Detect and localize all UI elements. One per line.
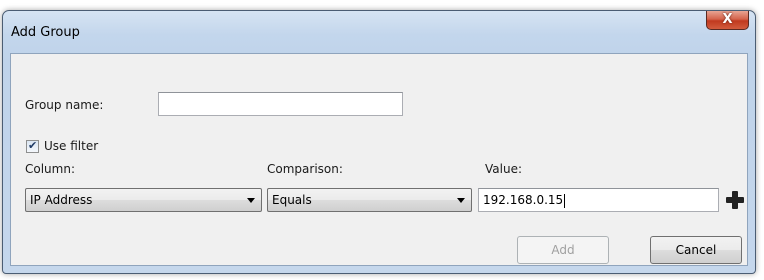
- value-input-text: 192.168.0.15: [483, 193, 564, 207]
- add-button[interactable]: Add: [517, 236, 609, 264]
- plus-icon-vertical: [732, 191, 738, 209]
- dialog-body: Group name: ✔ Use filter Column: Compari…: [10, 53, 748, 266]
- close-button[interactable]: X: [706, 11, 749, 30]
- column-label: Column:: [25, 162, 75, 176]
- column-select-value: IP Address: [30, 193, 93, 207]
- comparison-select[interactable]: Equals: [267, 188, 472, 212]
- comparison-select-value: Equals: [272, 193, 312, 207]
- checkmark-icon: ✔: [28, 139, 38, 152]
- add-filter-button[interactable]: [724, 189, 746, 211]
- value-label: Value:: [485, 162, 522, 176]
- comparison-label: Comparison:: [267, 162, 343, 176]
- title-bar: Add Group X: [3, 11, 755, 53]
- group-name-label: Group name:: [25, 98, 104, 112]
- text-caret: [564, 193, 566, 208]
- chevron-down-icon: [247, 198, 255, 203]
- close-icon: X: [722, 12, 733, 27]
- column-select[interactable]: IP Address: [25, 188, 262, 212]
- use-filter-label: Use filter: [44, 139, 99, 153]
- group-name-input[interactable]: [158, 92, 403, 116]
- cancel-button[interactable]: Cancel: [650, 236, 742, 264]
- add-group-dialog: Add Group X Group name: ✔ Use filter Col…: [2, 10, 756, 274]
- chevron-down-icon: [457, 198, 465, 203]
- value-input[interactable]: 192.168.0.15: [478, 188, 719, 212]
- dialog-title: Add Group: [11, 25, 80, 40]
- use-filter-checkbox[interactable]: ✔: [26, 139, 39, 153]
